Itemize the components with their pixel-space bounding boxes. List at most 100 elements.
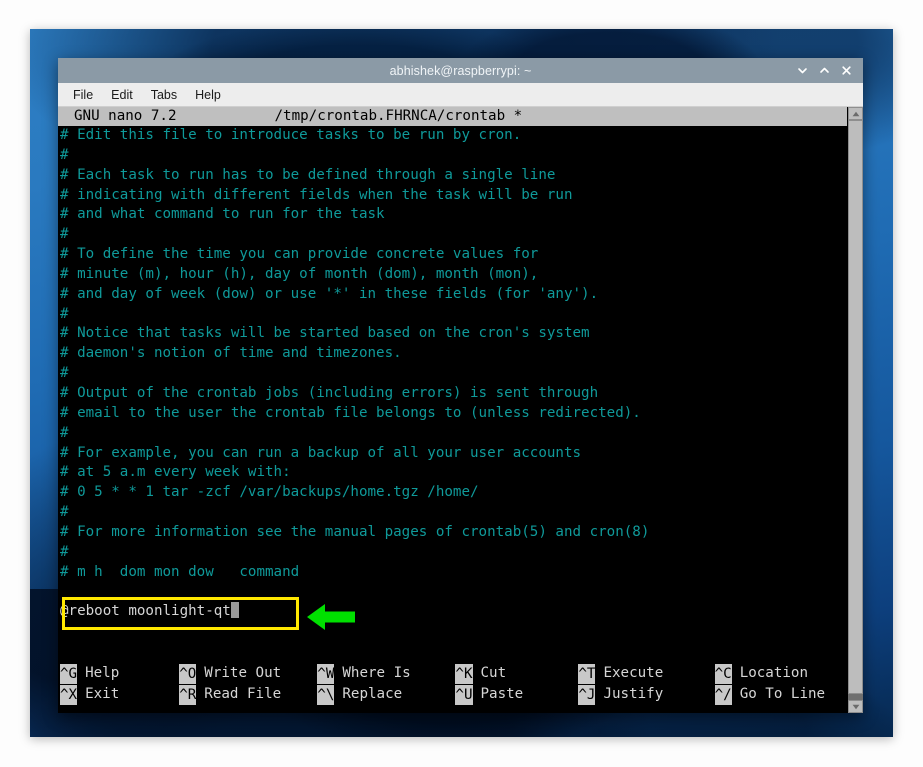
nano-shortcut-label: Cut — [480, 665, 507, 681]
nano-line-text: # at 5 a.m every week with: — [60, 464, 291, 481]
nano-shortcut-label: Where Is — [342, 665, 411, 681]
nano-line-comment[interactable]: # and day of week (dow) or use '*' in th… — [58, 285, 847, 305]
nano-line-comment[interactable]: # For more information see the manual pa… — [58, 523, 847, 543]
nano-shortcut[interactable]: ^G Help — [60, 663, 179, 684]
nano-shortcut-key: ^O — [179, 663, 197, 684]
nano-line-comment[interactable]: # — [58, 364, 847, 384]
nano-line-text: # — [60, 424, 69, 441]
terminal-scrollbar[interactable] — [847, 107, 863, 713]
nano-line-text: # For example, you can run a backup of a… — [60, 444, 582, 461]
window-titlebar[interactable]: abhishek@raspberrypi: ~ — [58, 58, 863, 83]
nano-text-buffer[interactable]: # Edit this file to introduce tasks to b… — [58, 126, 847, 663]
nano-editor[interactable]: GNU nano 7.2 /tmp/crontab.FHRNCA/crontab… — [58, 107, 847, 713]
terminal-body: GNU nano 7.2 /tmp/crontab.FHRNCA/crontab… — [58, 107, 863, 713]
nano-shortcut[interactable]: ^J Justify — [578, 684, 714, 705]
nano-filename-label: /tmp/crontab.FHRNCA/crontab * — [274, 108, 523, 124]
menu-item-edit[interactable]: Edit — [104, 87, 140, 103]
nano-shortcut-label: Replace — [342, 686, 403, 702]
nano-line-comment[interactable]: # — [58, 146, 847, 166]
scrollbar-thumb[interactable] — [848, 120, 863, 695]
nano-line-comment[interactable]: # — [58, 225, 847, 245]
nano-line-text: # — [60, 226, 69, 243]
nano-shortcut[interactable]: ^R Read File — [179, 684, 317, 705]
nano-shortcut-label: Go To Line — [739, 686, 826, 702]
nano-line-comment[interactable]: # at 5 a.m every week with: — [58, 463, 847, 483]
scroll-up-icon[interactable] — [848, 107, 863, 120]
nano-line-text: # daemon's notion of time and timezones. — [60, 345, 402, 362]
nano-line-comment[interactable]: # minute (m), hour (h), day of month (do… — [58, 265, 847, 285]
nano-titlebar: GNU nano 7.2 /tmp/crontab.FHRNCA/crontab… — [58, 107, 847, 126]
nano-shortcut-key: ^J — [578, 684, 596, 705]
nano-line-comment[interactable]: # Each task to run has to be defined thr… — [58, 166, 847, 186]
nano-shortcut[interactable]: ^K Cut — [455, 663, 578, 684]
nano-line-comment[interactable]: # Output of the crontab jobs (including … — [58, 384, 847, 404]
nano-shortcut-key: ^\ — [317, 684, 335, 705]
nano-shortcut[interactable]: ^U Paste — [455, 684, 578, 705]
nano-line-text: # indicating with different fields when … — [60, 186, 573, 203]
nano-line-comment[interactable]: # daemon's notion of time and timezones. — [58, 344, 847, 364]
nano-line-comment[interactable]: # 0 5 * * 1 tar -zcf /var/backups/home.t… — [58, 483, 847, 503]
nano-line-comment[interactable]: # — [58, 543, 847, 563]
nano-shortcut[interactable]: ^/ Go To Line — [714, 684, 847, 705]
text-cursor — [230, 602, 240, 619]
close-icon[interactable] — [835, 60, 857, 82]
nano-line-comment[interactable] — [58, 582, 847, 602]
menu-item-tabs[interactable]: Tabs — [144, 87, 184, 103]
maximize-icon[interactable] — [813, 60, 835, 82]
nano-line-comment[interactable]: # — [58, 305, 847, 325]
nano-line-text: # Each task to run has to be defined thr… — [60, 166, 556, 183]
nano-line-text: # — [60, 543, 69, 560]
nano-line-text: # — [60, 305, 69, 322]
nano-line-text: # — [60, 365, 69, 382]
nano-line-text: # email to the user the crontab file bel… — [60, 404, 641, 421]
nano-line-text: # To define the time you can provide con… — [60, 246, 539, 263]
nano-line-comment[interactable]: # email to the user the crontab file bel… — [58, 404, 847, 424]
nano-line-comment[interactable]: # indicating with different fields when … — [58, 186, 847, 206]
shortcut-row-1: ^G Help ^O Write Out ^W Where Is ^K Cut ^T Execut… — [60, 663, 847, 684]
nano-shortcut-bar: ^G Help ^O Write Out ^W Where Is ^K Cut ^T Execut… — [58, 663, 847, 713]
nano-shortcut-label: Execute — [603, 665, 664, 681]
nano-line-text: # and day of week (dow) or use '*' in th… — [60, 285, 599, 302]
nano-line-comment[interactable]: # Notice that tasks will be started base… — [58, 324, 847, 344]
screen: abhishek@raspberrypi: ~ File Edit Tabs H… — [0, 0, 923, 767]
menu-item-file[interactable]: File — [66, 87, 100, 103]
nano-line-text: # m h dom mon dow command — [60, 563, 300, 580]
nano-shortcut-key: ^T — [578, 663, 596, 684]
nano-line-comment[interactable]: # and what command to run for the task — [58, 205, 847, 225]
scrollbar-track[interactable] — [848, 120, 863, 700]
nano-shortcut-label: Justify — [603, 686, 664, 702]
nano-line-comment[interactable]: # — [58, 503, 847, 523]
nano-shortcut[interactable]: ^O Write Out — [179, 663, 317, 684]
nano-shortcut-key: ^C — [714, 663, 732, 684]
nano-line-text: # Notice that tasks will be started base… — [60, 325, 590, 342]
nano-shortcut-label: Exit — [85, 686, 120, 702]
nano-shortcut-label: Help — [85, 665, 120, 681]
nano-line-comment[interactable]: # — [58, 424, 847, 444]
nano-line-comment[interactable]: # For example, you can run a backup of a… — [58, 444, 847, 464]
nano-shortcut-key: ^W — [317, 663, 335, 684]
nano-line-text: # For more information see the manual pa… — [60, 523, 650, 540]
nano-shortcut-label: Location — [739, 665, 809, 681]
nano-shortcut[interactable]: ^T Execute — [578, 663, 714, 684]
nano-shortcut[interactable]: ^W Where Is — [317, 663, 455, 684]
menu-bar: File Edit Tabs Help — [58, 83, 863, 107]
nano-line-comment[interactable]: # m h dom mon dow command — [58, 563, 847, 583]
nano-version-label: GNU nano 7.2 — [74, 108, 177, 124]
nano-line-text: @reboot moonlight-qt — [60, 603, 231, 620]
menu-item-help[interactable]: Help — [188, 87, 228, 103]
nano-shortcut-label: Paste — [480, 686, 524, 702]
minimize-icon[interactable] — [791, 60, 813, 82]
nano-shortcut[interactable]: ^X Exit — [60, 684, 179, 705]
nano-shortcut[interactable]: ^C Location — [714, 663, 847, 684]
nano-shortcut-key: ^X — [60, 684, 78, 705]
nano-line-command[interactable]: @reboot moonlight-qt — [58, 602, 847, 622]
nano-shortcut[interactable]: ^\ Replace — [317, 684, 455, 705]
nano-shortcut-label: Read File — [204, 686, 282, 702]
nano-line-comment[interactable]: # To define the time you can provide con… — [58, 245, 847, 265]
nano-line-text: # minute (m), hour (h), day of month (do… — [60, 265, 539, 282]
scroll-down-icon[interactable] — [848, 700, 863, 713]
nano-line-comment[interactable]: # Edit this file to introduce tasks to b… — [58, 126, 847, 146]
nano-shortcut-key: ^U — [455, 684, 473, 705]
shortcut-row-2: ^X Exit ^R Read File ^\ Replace ^U Paste ^J Justi… — [60, 684, 847, 705]
window-controls — [791, 60, 863, 82]
